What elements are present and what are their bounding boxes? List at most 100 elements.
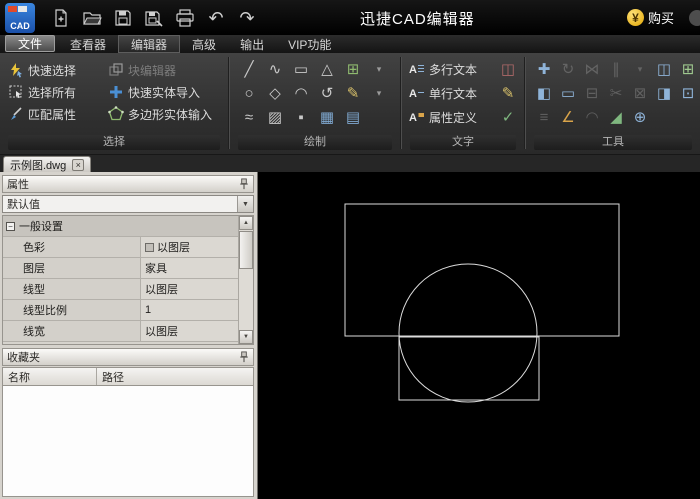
arc-more-dropdown-icon[interactable]: ▾ (366, 81, 392, 105)
new-file-button[interactable] (49, 5, 73, 31)
mirror-icon[interactable]: ⋈ (580, 57, 604, 81)
open-file-button[interactable] (80, 5, 104, 31)
multiline-text-button[interactable]: A 多行文本 (408, 57, 477, 81)
quick-import-button[interactable]: 快速实体导入 (106, 81, 224, 103)
ribbon-group-select: 快速选择 块编辑器 选择所有 快速实体导入 匹配属性 多边形实体输入 选择 (2, 53, 226, 153)
rotate-icon[interactable]: ↻ (556, 57, 580, 81)
offset-icon[interactable]: ∥ (604, 57, 628, 81)
favorites-column-path[interactable]: 路径 (97, 368, 253, 385)
block-editor-button[interactable]: 块编辑器 (106, 59, 224, 81)
save-as-button[interactable] (142, 5, 166, 31)
property-grid-scrollbar[interactable]: ▲ ▼ (238, 216, 253, 344)
extend-icon[interactable]: ▭ (556, 81, 580, 105)
quick-select-button[interactable]: 快速选择 (6, 59, 106, 81)
single-line-text-icon: A (409, 88, 424, 100)
paste-icon[interactable]: ⊞ (676, 57, 700, 81)
property-value[interactable]: 以图层 (141, 279, 238, 299)
copy-right-icon[interactable]: ◨ (652, 81, 676, 105)
property-value[interactable]: 家具 (141, 258, 238, 278)
spell-check-icon[interactable]: ✓ (498, 105, 518, 129)
line-icon[interactable]: ╱ (236, 57, 262, 81)
property-value[interactable]: 1 (141, 300, 238, 320)
select-all-button[interactable]: 选择所有 (6, 81, 106, 103)
logo-text: CAD (10, 20, 30, 31)
pin-icon[interactable] (239, 177, 249, 191)
print-button[interactable] (173, 5, 197, 31)
polygon-input-icon (108, 106, 124, 121)
buy-label: 购买 (647, 11, 674, 26)
circle-icon[interactable]: ○ (236, 81, 262, 105)
rect-shape[interactable] (398, 336, 540, 401)
arc-icon[interactable]: ◠ (288, 81, 314, 105)
save-icon (115, 9, 131, 26)
sketch-icon[interactable]: ✎ (340, 81, 366, 105)
property-label: 线型比例 (3, 300, 141, 320)
measure-arc-icon[interactable]: ◠ (580, 105, 604, 129)
polygon-input-button[interactable]: 多边形实体输入 (106, 103, 224, 125)
scrollbar-thumb[interactable] (239, 231, 253, 269)
group-label-text: 文字 (410, 135, 516, 150)
polyline-icon[interactable]: ∿ (262, 57, 288, 81)
find-text-icon[interactable]: ◫ (498, 57, 518, 81)
property-value[interactable]: 以图层 (141, 237, 238, 257)
scroll-up-icon[interactable]: ▲ (239, 216, 253, 230)
split-icon[interactable]: ✂ (604, 81, 628, 105)
break-icon[interactable]: ⊟ (580, 81, 604, 105)
window-title: 迅捷CAD编辑器 (360, 11, 475, 28)
menu-viewer[interactable]: 查看器 (58, 35, 118, 53)
draw-more-dropdown-icon[interactable]: ▾ (366, 57, 392, 81)
drawing-canvas[interactable] (258, 172, 700, 499)
collapse-icon[interactable]: − (6, 221, 15, 231)
grid-icon[interactable]: ▤ (340, 105, 366, 129)
paste-special-icon[interactable]: ⊡ (676, 81, 700, 105)
circle-shape[interactable] (398, 263, 538, 403)
layers-icon[interactable]: ≡ (532, 105, 556, 129)
titlebar-partial-icon[interactable] (689, 10, 700, 26)
property-value[interactable]: 以图层 (141, 321, 238, 341)
drawing-svg[interactable] (258, 172, 700, 499)
section-label: 一般设置 (19, 221, 63, 233)
redo-button[interactable]: ↷ (235, 5, 259, 31)
move-icon[interactable]: ✚ (532, 57, 556, 81)
edit-text-icon[interactable]: ✎ (498, 81, 518, 105)
attribute-definition-button[interactable]: A 属性定义 (408, 105, 477, 129)
tab-example-drawing[interactable]: 示例图.dwg × (3, 156, 92, 172)
insert-block-icon[interactable]: ⊞ (340, 57, 366, 81)
wave-icon[interactable]: ≈ (236, 105, 262, 129)
menu-advanced[interactable]: 高级 (180, 35, 228, 53)
undo-button[interactable]: ↶ (204, 5, 228, 31)
single-line-text-button[interactable]: A 单行文本 (408, 81, 477, 105)
revision-cloud-icon[interactable]: ↺ (314, 81, 340, 105)
save-as-icon (145, 10, 163, 27)
menu-output[interactable]: 输出 (228, 35, 276, 53)
group-label-tools: 工具 (534, 135, 692, 150)
rectangle-icon[interactable]: ▭ (288, 57, 314, 81)
join-icon[interactable]: ⊠ (628, 81, 652, 105)
hatch-icon[interactable]: ▨ (262, 105, 288, 129)
measure-angle-icon[interactable]: ∠ (556, 105, 580, 129)
menu-vip[interactable]: VIP功能 (276, 35, 343, 53)
polygon-icon[interactable]: △ (314, 57, 340, 81)
ribbon-group-text: A 多行文本 A 单行文本 A 属性定义 ◫ ✎ ✓ 文字 (404, 53, 522, 153)
menu-file[interactable]: 文件 (5, 35, 56, 52)
tab-close-button[interactable]: × (72, 158, 85, 171)
app-logo[interactable]: CAD (5, 2, 35, 33)
buy-button[interactable]: ¥ 购买 (626, 8, 674, 27)
point-icon[interactable]: ▪ (288, 105, 314, 129)
ellipse-icon[interactable]: ◇ (262, 81, 288, 105)
scroll-down-icon[interactable]: ▼ (239, 330, 253, 344)
array-dropdown-icon[interactable]: ▾ (628, 57, 652, 81)
save-button[interactable] (111, 5, 135, 31)
match-properties-button[interactable]: 匹配属性 (6, 103, 106, 125)
pin-icon[interactable] (239, 350, 249, 364)
chevron-down-icon[interactable]: ▼ (237, 196, 253, 212)
id-point-icon[interactable]: ⊕ (628, 105, 652, 129)
favorites-column-name[interactable]: 名称 (3, 368, 97, 385)
menu-editor[interactable]: 编辑器 (118, 35, 181, 53)
measure-area-icon[interactable]: ◢ (604, 105, 628, 129)
preset-dropdown[interactable]: 默认值 ▼ (2, 195, 254, 213)
copy-icon[interactable]: ◫ (652, 57, 676, 81)
trim-icon[interactable]: ◧ (532, 81, 556, 105)
rect-shape[interactable] (344, 203, 620, 337)
table-icon[interactable]: ▦ (314, 105, 340, 129)
